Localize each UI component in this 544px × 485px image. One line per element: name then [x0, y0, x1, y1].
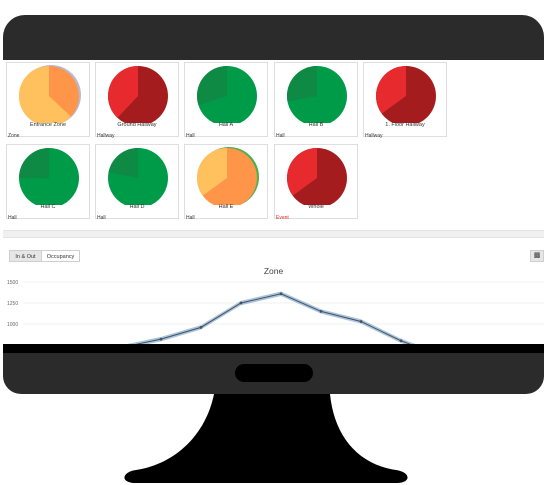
- zone-name: 1. Floor Hallway: [385, 122, 425, 128]
- zone-type: Hall: [276, 133, 285, 139]
- monitor-top-bezel: [3, 15, 544, 60]
- screen-edge-line: [3, 344, 544, 353]
- zone-tile[interactable]: Hall E Hall: [184, 144, 268, 221]
- zone-tile[interactable]: Ground Hallway Hallway: [95, 62, 179, 139]
- monitor-stand: [124, 394, 408, 483]
- zone-name: Hall E: [218, 204, 234, 210]
- zone-name: Entrance Zone: [29, 122, 67, 128]
- zone-type: Hall: [97, 215, 106, 221]
- zone-name: Hall C: [40, 204, 56, 210]
- data-point[interactable]: [159, 337, 163, 341]
- zone-name: Whole: [308, 204, 324, 210]
- zone-type: Event: [276, 215, 289, 221]
- y-tick-label: 1250: [7, 301, 18, 307]
- monitor-power-slot: [235, 364, 313, 382]
- zone-line-chart: 1500 1250 1000: [7, 280, 544, 344]
- pie-occupied: [19, 148, 49, 178]
- zone-type: Zone: [8, 133, 20, 139]
- zone-tile[interactable]: Entrance Zone Zone: [6, 62, 90, 139]
- data-point[interactable]: [279, 292, 283, 296]
- tab-occupancy[interactable]: Occupancy: [41, 250, 80, 262]
- zone-tile[interactable]: Whole Event: [274, 144, 358, 221]
- zone-type: Hall: [186, 215, 195, 221]
- tab-in-and-out[interactable]: In & Out: [9, 250, 42, 262]
- zone-tile[interactable]: 1. Floor Hallway Hallway: [363, 62, 447, 139]
- zone-type: Hall: [8, 215, 17, 221]
- data-point[interactable]: [199, 325, 203, 329]
- bar-chart-icon[interactable]: ▩: [530, 250, 544, 262]
- y-tick-label: 1000: [7, 322, 18, 328]
- series-band: [127, 291, 416, 344]
- zone-type: Hallway: [97, 133, 115, 139]
- zone-type: Hall: [186, 133, 195, 139]
- dashboard-screen: Entrance Zone Zone Ground Hallway Hallway Ha…: [3, 60, 544, 344]
- data-point[interactable]: [359, 320, 363, 323]
- zone-tile[interactable]: Hall A Hall: [184, 62, 268, 139]
- section-divider: [3, 230, 544, 238]
- zone-tile[interactable]: Hall B Hall: [274, 62, 358, 139]
- zone-type: Hallway: [365, 133, 383, 139]
- data-point[interactable]: [239, 301, 243, 305]
- zone-name: Ground Hallway: [117, 122, 157, 128]
- y-tick-label: 1500: [7, 280, 18, 286]
- zone-name: Hall B: [308, 122, 324, 128]
- zone-name: Hall D: [129, 204, 145, 210]
- pie-occupied: [287, 66, 317, 102]
- zone-tile[interactable]: Hall D Hall: [95, 144, 179, 221]
- zone-name: Hall A: [218, 122, 234, 128]
- data-point[interactable]: [399, 339, 403, 343]
- zone-tile[interactable]: Hall C Hall: [6, 144, 90, 221]
- data-point[interactable]: [319, 310, 323, 313]
